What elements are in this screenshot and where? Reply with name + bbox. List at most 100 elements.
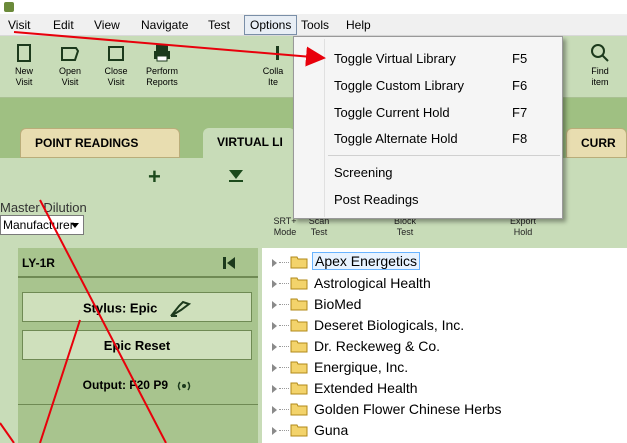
master-dilution-value: Manufacturer bbox=[3, 218, 74, 232]
expand-arrow-icon[interactable] bbox=[272, 385, 277, 393]
magnifier-icon bbox=[591, 44, 609, 62]
epic-reset-button[interactable]: Epic Reset bbox=[22, 330, 252, 360]
menu-item-post-readings[interactable]: Post Readings bbox=[334, 192, 419, 207]
expand-arrow-icon[interactable] bbox=[272, 259, 277, 267]
tree-row[interactable]: Golden Flower Chinese Herbs bbox=[262, 398, 627, 420]
menu-item-toggle-custom-library[interactable]: Toggle Custom Library bbox=[334, 78, 464, 93]
folder-icon bbox=[290, 424, 308, 437]
menu-gutter bbox=[324, 39, 325, 217]
menu-separator bbox=[328, 155, 560, 156]
menu-edit[interactable]: Edit bbox=[53, 18, 74, 32]
menu-help[interactable]: Help bbox=[346, 18, 371, 32]
tree-row[interactable]: Dr. Reckeweg & Co. bbox=[262, 335, 627, 357]
collapse-icon bbox=[276, 46, 279, 60]
output-status: Output: F20 P9 bbox=[18, 378, 258, 394]
folder-icon bbox=[290, 277, 308, 290]
tree-item-label: Extended Health bbox=[314, 380, 418, 396]
tab-point-readings-label: POINT READINGS bbox=[35, 136, 139, 150]
collapse-items-label: Colla Ite bbox=[262, 66, 284, 87]
folder-icon bbox=[290, 256, 308, 269]
new-visit-button[interactable]: New Visit bbox=[4, 42, 44, 94]
output-label: Output: F20 P9 bbox=[82, 378, 168, 393]
tree-item-label: Golden Flower Chinese Herbs bbox=[314, 401, 502, 417]
expand-arrow-icon[interactable] bbox=[272, 322, 277, 330]
tab-current-label: CURR bbox=[581, 136, 616, 150]
menu-visit[interactable]: Visit bbox=[8, 18, 30, 32]
menu-options[interactable]: Options bbox=[244, 15, 298, 35]
expand-arrow-icon[interactable] bbox=[272, 364, 277, 372]
menu-test[interactable]: Test bbox=[208, 18, 230, 32]
app-icon bbox=[4, 2, 14, 12]
panel-divider bbox=[18, 276, 258, 278]
menu-item-screening[interactable]: Screening bbox=[334, 165, 393, 180]
folder-icon bbox=[290, 319, 308, 332]
tree-item-label: Astrological Health bbox=[314, 275, 431, 291]
srt-mode-button[interactable]: SRT+ Mode bbox=[272, 216, 298, 238]
panel-divider-2 bbox=[18, 404, 258, 405]
menu-tools[interactable]: Tools bbox=[301, 18, 329, 32]
stylus-button-label: Stylus: Epic bbox=[82, 300, 158, 316]
shortcut-f7: F7 bbox=[512, 105, 528, 120]
tree-row[interactable]: Apex Energetics bbox=[262, 251, 627, 273]
tree-row[interactable]: Astrological Health bbox=[262, 272, 627, 294]
previous-point-icon[interactable] bbox=[222, 256, 236, 270]
epic-reset-label: Epic Reset bbox=[103, 338, 171, 353]
chevron-down-icon bbox=[71, 223, 79, 228]
expand-arrow-icon[interactable] bbox=[272, 406, 277, 414]
scan-test-button[interactable]: Scan Test bbox=[306, 216, 332, 238]
new-visit-icon bbox=[17, 44, 31, 62]
tree-row[interactable]: Guna bbox=[262, 419, 627, 441]
options-dropdown-menu: Toggle Virtual Library F5 Toggle Custom … bbox=[293, 36, 563, 219]
expand-down-icon[interactable] bbox=[228, 168, 244, 182]
open-visit-button[interactable]: Open Visit bbox=[50, 42, 90, 94]
open-visit-icon bbox=[61, 47, 80, 61]
close-visit-button[interactable]: Close Visit bbox=[96, 42, 136, 94]
tree-item-label: Deseret Biologicals, Inc. bbox=[314, 317, 465, 333]
tree-item-label: Guna bbox=[314, 422, 349, 438]
expand-arrow-icon[interactable] bbox=[272, 343, 277, 351]
menu-item-toggle-virtual-library[interactable]: Toggle Virtual Library bbox=[334, 51, 456, 66]
tab-current[interactable]: CURR bbox=[566, 128, 627, 158]
folder-icon bbox=[290, 403, 308, 416]
expand-arrow-icon[interactable] bbox=[272, 427, 277, 435]
tree-item-label: BioMed bbox=[314, 296, 362, 312]
tab-virtual-library[interactable]: VIRTUAL LI bbox=[203, 128, 295, 158]
folder-icon bbox=[290, 340, 308, 353]
find-item-button[interactable]: Find item bbox=[580, 42, 620, 94]
close-visit-label: Close Visit bbox=[104, 66, 128, 87]
menu-bar: Visit Edit View Navigate Test Options To… bbox=[0, 14, 627, 36]
tree-item-label: Energique, Inc. bbox=[314, 359, 409, 375]
menu-item-toggle-current-hold[interactable]: Toggle Current Hold bbox=[334, 105, 450, 120]
shortcut-f6: F6 bbox=[512, 78, 528, 93]
perform-reports-button[interactable]: Perform Reports bbox=[142, 42, 182, 94]
master-dilution-label: Master Dilution bbox=[0, 200, 87, 215]
annotation-line bbox=[0, 422, 15, 443]
point-header: LY-1R bbox=[22, 256, 55, 270]
export-hold-button[interactable]: Export Hold bbox=[506, 216, 540, 238]
menu-item-toggle-alternate-hold[interactable]: Toggle Alternate Hold bbox=[334, 131, 458, 146]
menu-view[interactable]: View bbox=[94, 18, 120, 32]
stylus-probe-icon bbox=[170, 300, 192, 317]
folder-icon bbox=[290, 298, 308, 311]
block-test-button[interactable]: Block Test bbox=[390, 216, 420, 238]
folder-icon bbox=[290, 361, 308, 374]
expand-arrow-icon[interactable] bbox=[272, 280, 277, 288]
signal-icon bbox=[178, 381, 191, 391]
menu-navigate[interactable]: Navigate bbox=[141, 18, 188, 32]
new-visit-label: New Visit bbox=[14, 66, 33, 87]
master-dilution-select[interactable]: Manufacturer bbox=[0, 215, 84, 235]
folder-icon bbox=[290, 382, 308, 395]
tree-row[interactable]: BioMed bbox=[262, 293, 627, 315]
close-visit-icon bbox=[108, 46, 124, 61]
expand-arrow-icon[interactable] bbox=[272, 301, 277, 309]
shortcut-f8: F8 bbox=[512, 131, 528, 146]
tree-item-label: Apex Energetics bbox=[312, 252, 420, 270]
tree-row[interactable]: Energique, Inc. bbox=[262, 356, 627, 378]
reading-panel: LY-1R Stylus: Epic Epic Reset Output: F2… bbox=[18, 248, 258, 443]
add-icon[interactable]: + bbox=[148, 164, 161, 190]
tree-row[interactable]: Extended Health bbox=[262, 377, 627, 399]
tree-row[interactable]: Deseret Biologicals, Inc. bbox=[262, 314, 627, 336]
collapse-items-button[interactable]: Colla Ite bbox=[254, 42, 292, 94]
stylus-button[interactable]: Stylus: Epic bbox=[22, 292, 252, 322]
tab-point-readings[interactable]: POINT READINGS bbox=[20, 128, 180, 158]
